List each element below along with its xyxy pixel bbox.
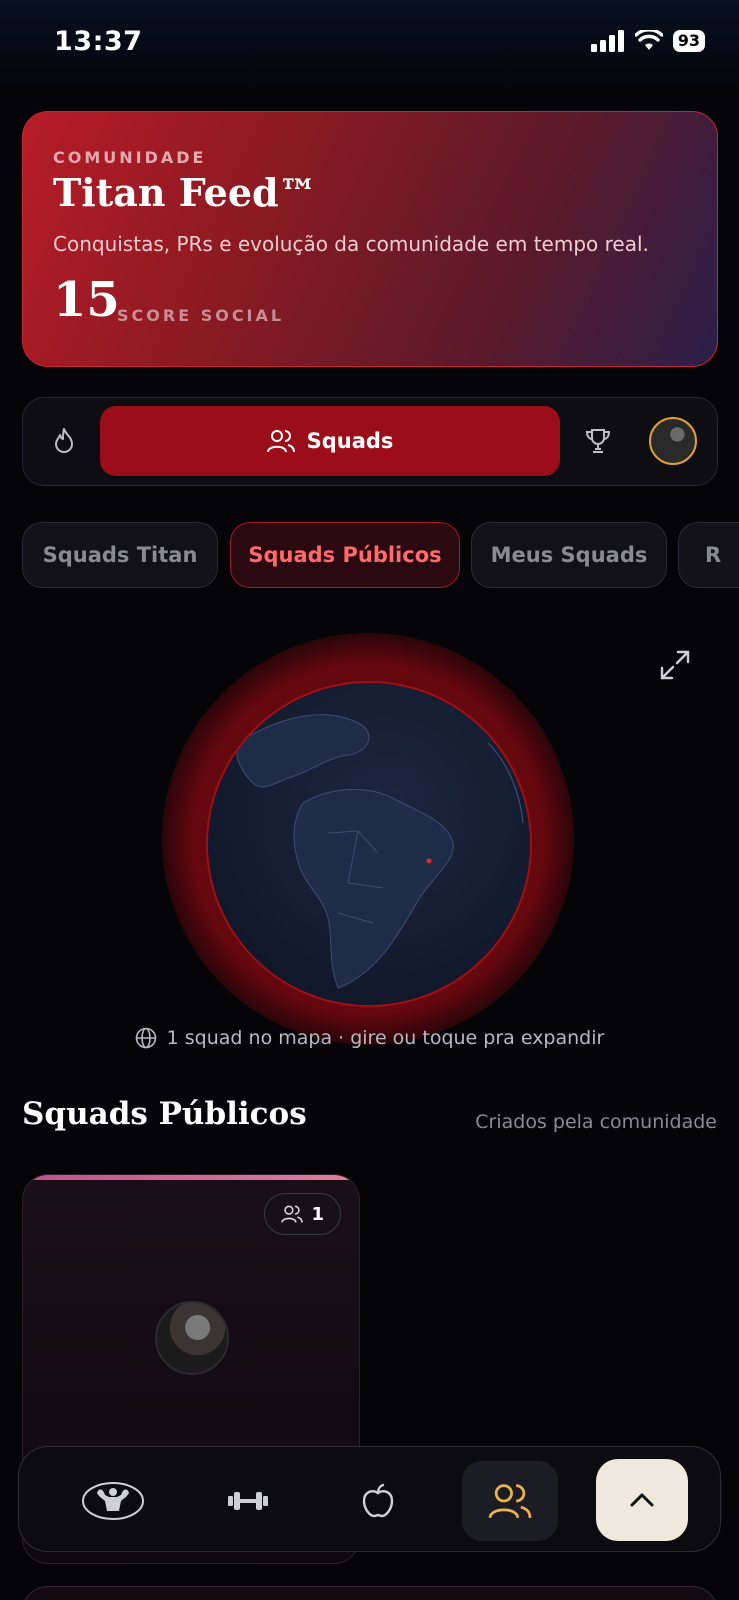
continents-map — [236, 714, 524, 989]
social-score-value: 15 — [53, 272, 120, 328]
status-time: 13:37 — [54, 26, 143, 57]
nav-nutrition[interactable] — [330, 1461, 426, 1541]
globe-icon — [135, 1027, 156, 1049]
signal-icon — [590, 30, 624, 52]
nav-home[interactable] — [65, 1461, 161, 1541]
status-bar: 13:37 93 — [0, 0, 739, 90]
chip-meus-squads[interactable]: Meus Squads — [471, 522, 667, 588]
next-card-peek — [22, 1586, 718, 1600]
chip-truncated[interactable]: R — [678, 522, 739, 588]
status-icons: 93 — [590, 30, 705, 52]
battery-indicator: 93 — [672, 30, 705, 52]
page-title: Titan Feed™ — [53, 170, 317, 215]
hero-kicker: COMUNIDADE — [53, 148, 207, 167]
trophy-icon[interactable] — [583, 426, 613, 456]
chevron-up-icon — [630, 1493, 654, 1507]
squad-filter-chips: Squads Titan Squads Públicos Meus Squads… — [22, 522, 739, 590]
profile-avatar[interactable] — [649, 417, 697, 465]
section-subtitle: Criados pela comunidade — [475, 1111, 717, 1133]
chip-squads-publicos[interactable]: Squads Públicos — [230, 522, 460, 588]
tab-squads-label: Squads — [306, 429, 394, 453]
social-score-label: SCORE SOCIAL — [117, 306, 285, 325]
expand-icon[interactable] — [658, 648, 692, 682]
wifi-icon — [634, 30, 663, 50]
hero-subtitle: Conquistas, PRs e evolução da comunidade… — [53, 232, 649, 256]
hero-card: COMUNIDADE Titan Feed™ Conquistas, PRs e… — [22, 111, 718, 367]
users-icon — [281, 1205, 304, 1223]
users-icon — [266, 430, 295, 453]
squad-card-accent-bar — [23, 1175, 359, 1180]
bottom-nav — [18, 1446, 721, 1552]
feed-segmented-control: Squads — [22, 397, 718, 486]
nav-workouts[interactable] — [200, 1461, 296, 1541]
apple-icon — [362, 1483, 394, 1518]
nav-community[interactable] — [462, 1461, 558, 1541]
squad-avatar — [155, 1301, 229, 1375]
globe-caption-text: 1 squad no mapa · gire ou toque pra expa… — [166, 1027, 605, 1049]
chip-squads-titan[interactable]: Squads Titan — [22, 522, 218, 588]
globe-caption: 1 squad no mapa · gire ou toque pra expa… — [0, 1027, 739, 1049]
member-count-badge: 1 — [264, 1193, 341, 1235]
expand-menu-button[interactable] — [596, 1459, 688, 1541]
bodybuilder-logo-icon — [82, 1482, 144, 1520]
flame-icon[interactable] — [49, 426, 79, 456]
section-title: Squads Públicos — [22, 1096, 307, 1132]
users-icon — [488, 1484, 532, 1519]
squad-globe[interactable] — [208, 683, 530, 1005]
member-count: 1 — [311, 1203, 324, 1225]
dumbbell-icon — [228, 1492, 268, 1510]
tab-squads[interactable]: Squads — [100, 406, 560, 476]
